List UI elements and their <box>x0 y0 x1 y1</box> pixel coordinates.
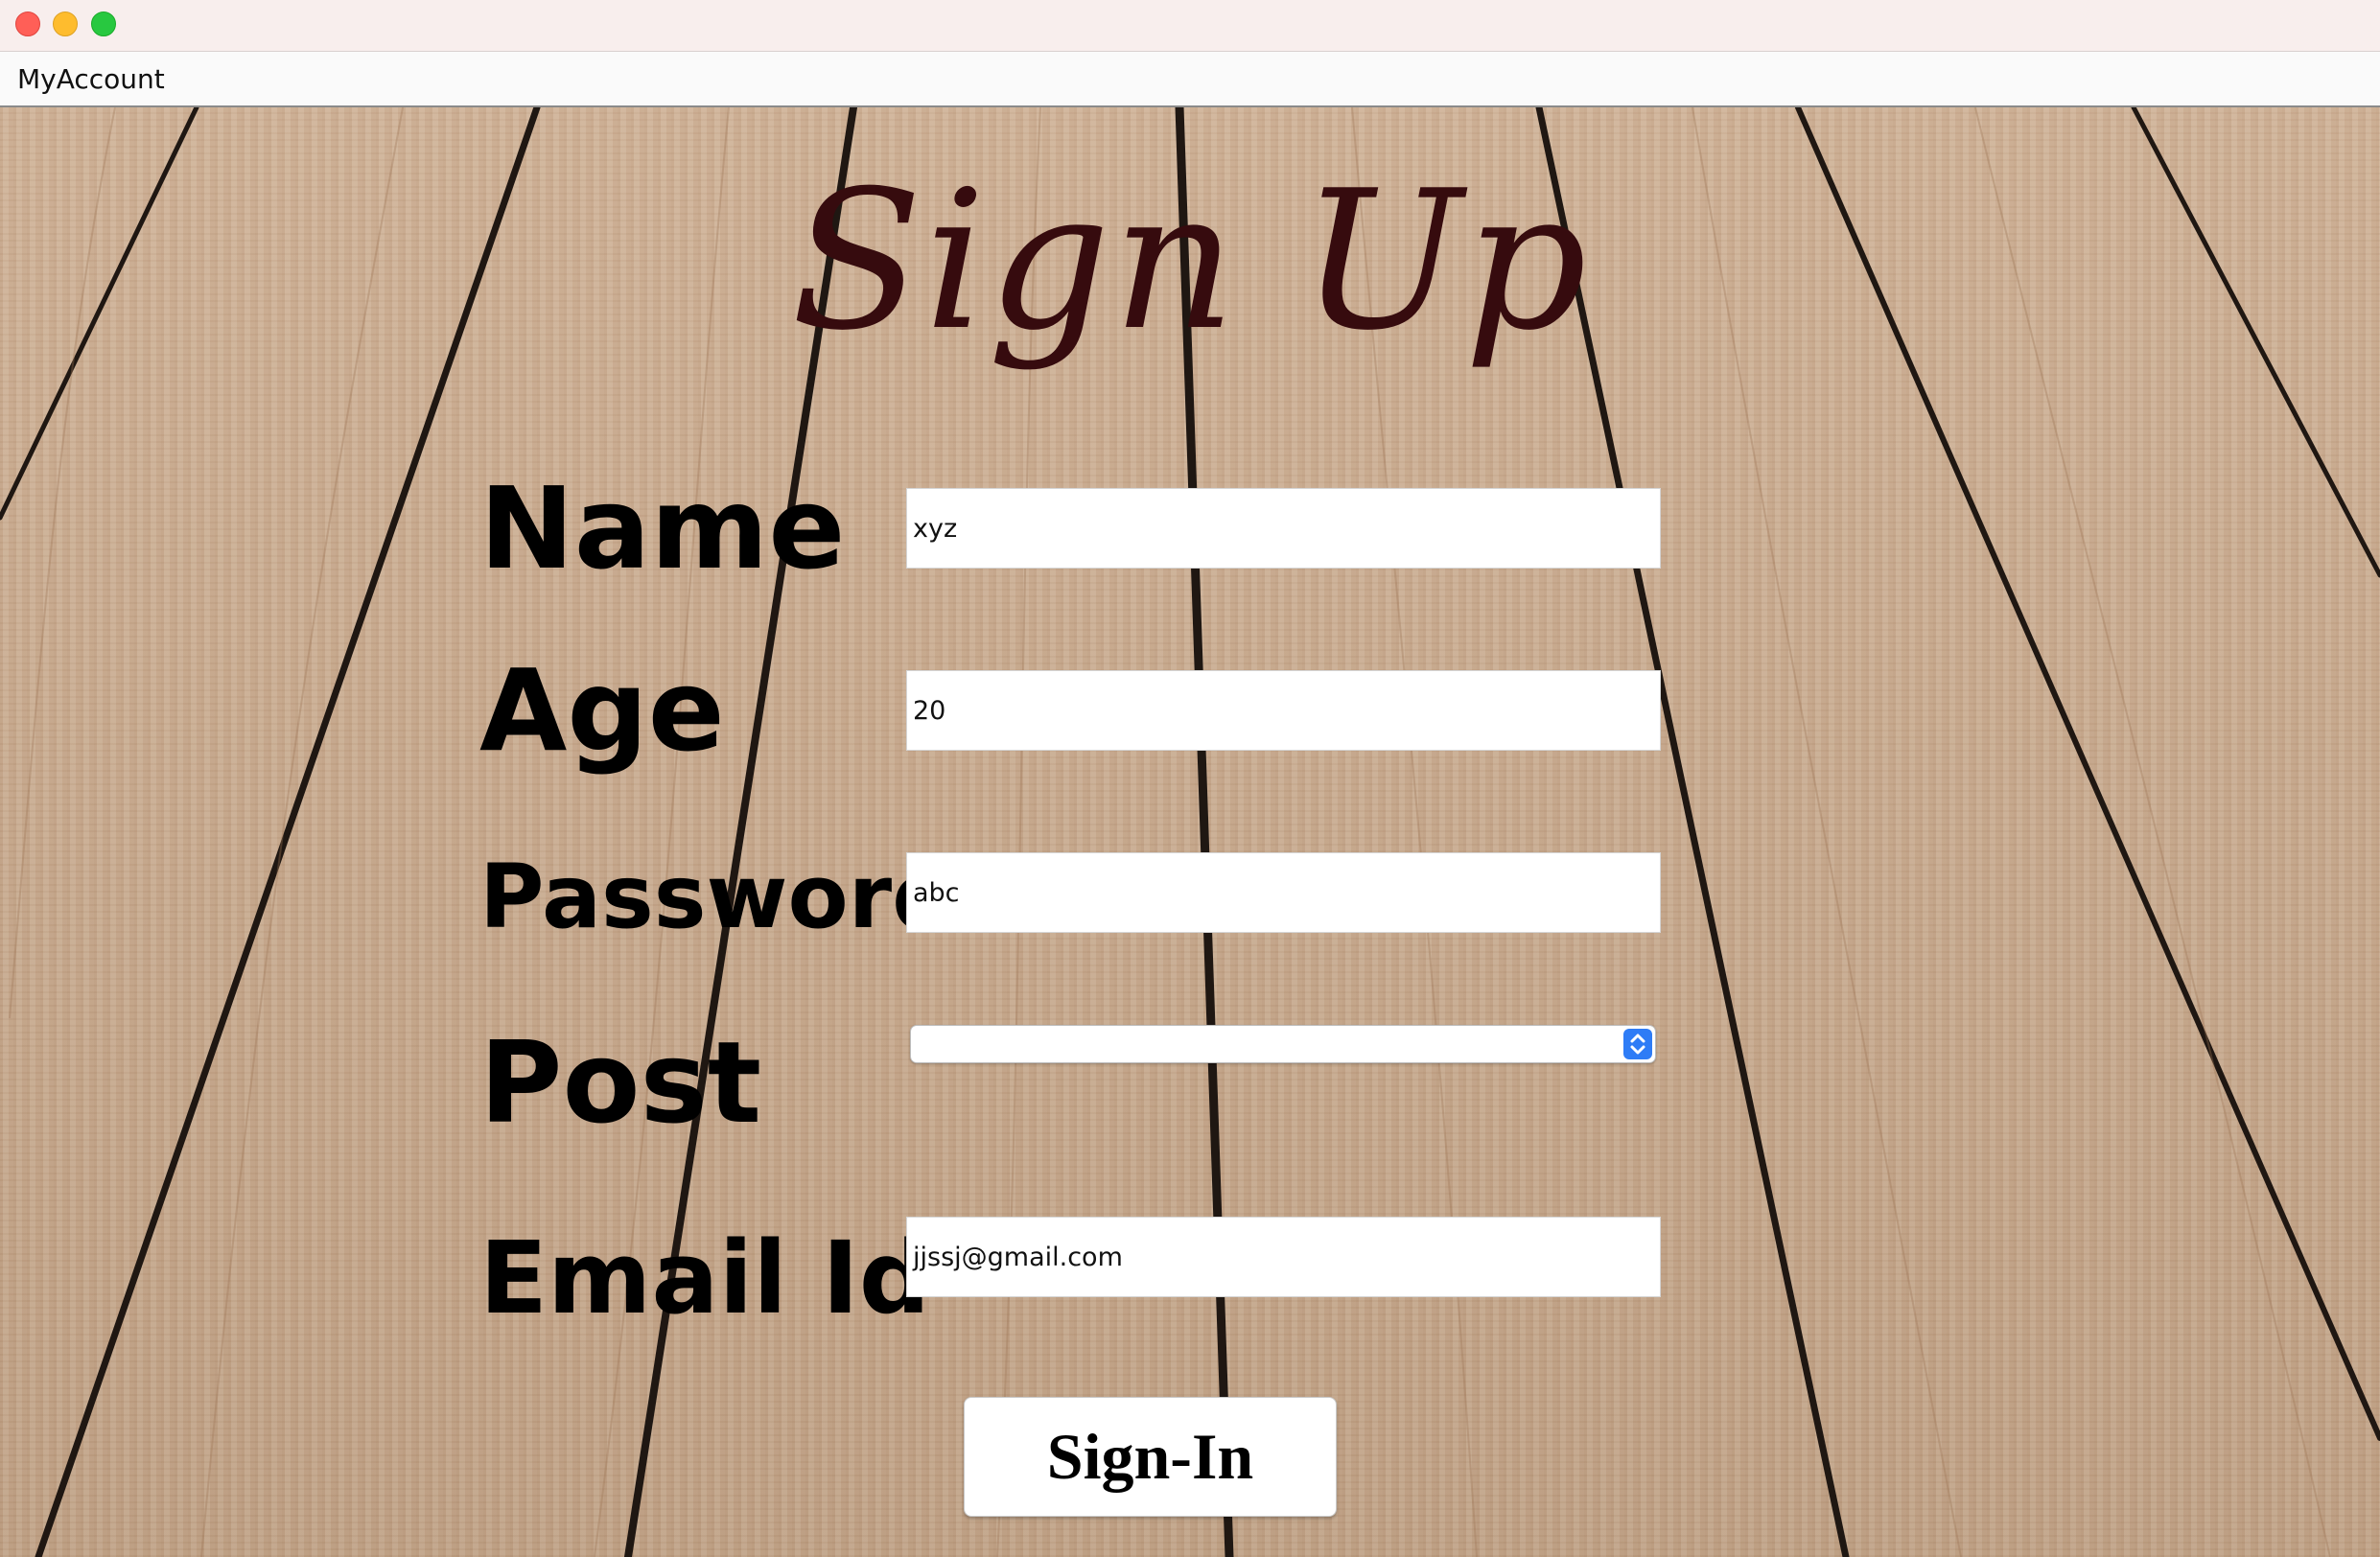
password-label: Password <box>479 846 955 948</box>
window-titlebar <box>0 0 2380 52</box>
post-select[interactable] <box>910 1025 1656 1063</box>
age-label: Age <box>479 644 725 777</box>
sign-in-button[interactable]: Sign-In <box>964 1397 1337 1517</box>
close-window-button[interactable] <box>15 12 40 36</box>
app-window: MyAccount Sign Up Name xyz Age 20 Passwo… <box>0 0 2380 1557</box>
password-field[interactable]: abc <box>906 852 1661 933</box>
name-field[interactable]: xyz <box>906 488 1661 569</box>
app-title: MyAccount <box>17 63 165 95</box>
name-label: Name <box>479 462 846 594</box>
window-menubar: MyAccount <box>0 52 2380 107</box>
minimize-window-button[interactable] <box>53 12 78 36</box>
post-label: Post <box>479 1016 762 1149</box>
email-label: Email Id <box>479 1220 931 1336</box>
email-field[interactable]: jjssj@gmail.com <box>906 1217 1661 1297</box>
signup-content: Sign Up Name xyz Age 20 Password abc Pos… <box>0 107 2380 1557</box>
zoom-window-button[interactable] <box>91 12 116 36</box>
age-field[interactable]: 20 <box>906 670 1661 751</box>
chevron-updown-icon[interactable] <box>1623 1029 1652 1059</box>
page-title: Sign Up <box>791 150 1589 373</box>
